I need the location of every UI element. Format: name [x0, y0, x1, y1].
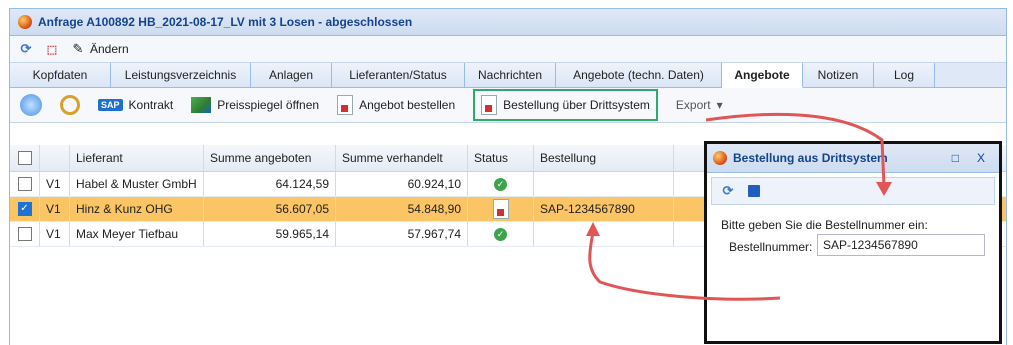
header-summe-angeboten[interactable]: Summe angeboten [204, 145, 336, 171]
checkbox-box [17, 151, 32, 165]
check-circle-icon: ✓ [494, 177, 507, 191]
cell-lieferant: Hinz & Kunz OHG [70, 197, 204, 221]
kontrakt-button[interactable]: SAP Kontrakt [98, 98, 173, 112]
tab-anlagen[interactable]: Anlagen [251, 63, 332, 87]
bestellnummer-label: Bestellnummer: [729, 240, 813, 254]
reload-button[interactable] [20, 94, 42, 116]
tab-angebote[interactable]: Angebote [722, 63, 803, 88]
order-document-icon [337, 95, 354, 115]
kontrakt-label: Kontrakt [128, 98, 174, 112]
refresh-icon[interactable]: ⟳ [720, 183, 736, 199]
header-los [40, 145, 70, 171]
header-status[interactable]: Status [468, 145, 534, 171]
cell-status: ✓ [468, 172, 534, 196]
cell-verhandelt: 60.924,10 [336, 172, 468, 196]
dialog-titlebar: Bestellung aus Drittsystem □ X [707, 144, 999, 173]
cell-bestellung [534, 222, 674, 246]
tab-log[interactable]: Log [874, 63, 935, 87]
checkbox-box [17, 227, 32, 241]
maximize-icon[interactable]: □ [952, 151, 959, 165]
tab-nachrichten[interactable]: Nachrichten [465, 63, 556, 87]
bestellnummer-input[interactable]: SAP-1234567890 [817, 234, 985, 256]
checkbox-checked-icon: ✓ [17, 202, 32, 216]
export-label: Export [675, 98, 711, 112]
cell-verhandelt: 54.848,90 [336, 197, 468, 221]
ordered-document-icon [492, 199, 509, 219]
angebot-bestellen-label: Angebot bestellen [359, 98, 456, 112]
close-icon[interactable]: X [977, 151, 985, 165]
app-logo-icon [18, 15, 32, 29]
angebot-bestellen-button[interactable]: Angebot bestellen [337, 95, 455, 115]
app-logo-icon [713, 151, 727, 165]
cell-bestellung [534, 172, 674, 196]
cell-status [468, 197, 534, 221]
search-button[interactable] [60, 95, 80, 115]
cell-angeboten: 64.124,59 [204, 172, 336, 196]
cell-los: V1 [40, 222, 70, 246]
edit-icon: ✎ [72, 41, 84, 56]
cell-los: V1 [40, 172, 70, 196]
check-circle-icon: ✓ [494, 227, 507, 241]
window-title: Anfrage A100892 HB_2021-08-17_LV mit 3 L… [38, 15, 413, 29]
cell-bestellung: SAP-1234567890 [534, 197, 674, 221]
cell-angeboten: 56.607,05 [204, 197, 336, 221]
chart-icon [191, 97, 212, 113]
export-menu-button[interactable]: Export ▾ [676, 98, 723, 112]
edit-button[interactable]: ✎ Ändern [70, 41, 129, 57]
refresh-icon[interactable]: ⟳ [18, 41, 34, 57]
pdf-icon[interactable]: ⬚ [44, 41, 60, 57]
action-toolbar: SAP Kontrakt Preisspiegel öffnen Angebot… [10, 88, 1006, 123]
tab-kopfdaten[interactable]: Kopfdaten [10, 63, 111, 87]
cell-los: V1 [40, 197, 70, 221]
sap-icon: SAP [98, 99, 123, 111]
checkbox-box [17, 177, 32, 191]
tab-angebote-techn[interactable]: Angebote (techn. Daten) [556, 63, 722, 87]
tab-bar: Kopfdaten Leistungsverzeichnis Anlagen L… [10, 63, 1006, 88]
dialog-controls: □ X [952, 151, 985, 165]
dialog-toolbar: ⟳ [711, 177, 995, 205]
cell-angeboten: 59.965,14 [204, 222, 336, 246]
bestellung-drittsystem-label: Bestellung über Drittsystem [503, 98, 650, 112]
tab-leistungsverzeichnis[interactable]: Leistungsverzeichnis [111, 63, 251, 87]
header-lieferant[interactable]: Lieferant [70, 145, 204, 171]
bestellung-drittsystem-button[interactable]: Bestellung über Drittsystem [473, 89, 658, 121]
cell-status: ✓ [468, 222, 534, 246]
row-checkbox[interactable] [10, 222, 40, 246]
dialog-prompt: Bitte geben Sie die Bestellnummer ein: [721, 218, 928, 232]
search-icon [60, 95, 80, 115]
reload-icon [20, 94, 42, 116]
row-checkbox[interactable] [10, 172, 40, 196]
bestellung-dialog: Bestellung aus Drittsystem □ X ⟳ Bitte g… [704, 141, 1002, 344]
edit-label: Ändern [90, 42, 129, 56]
cell-verhandelt: 57.967,74 [336, 222, 468, 246]
header-summe-verhandelt[interactable]: Summe verhandelt [336, 145, 468, 171]
tab-lieferanten-status[interactable]: Lieferanten/Status [332, 63, 465, 87]
save-icon[interactable] [748, 185, 760, 197]
tab-notizen[interactable]: Notizen [803, 63, 874, 87]
select-all-checkbox[interactable] [10, 145, 40, 171]
order-document-icon [481, 95, 498, 115]
preisspiegel-label: Preisspiegel öffnen [217, 98, 320, 112]
header-bestellung[interactable]: Bestellung [534, 145, 674, 171]
window-titlebar: Anfrage A100892 HB_2021-08-17_LV mit 3 L… [10, 9, 1006, 36]
row-checkbox[interactable]: ✓ [10, 197, 40, 221]
cell-lieferant: Habel & Muster GmbH [70, 172, 204, 196]
chevron-down-icon: ▾ [716, 98, 723, 112]
preisspiegel-button[interactable]: Preisspiegel öffnen [191, 97, 319, 113]
top-toolbar: ⟳ ⬚ ✎ Ändern [10, 36, 1006, 63]
dialog-title: Bestellung aus Drittsystem [733, 151, 888, 165]
cell-lieferant: Max Meyer Tiefbau [70, 222, 204, 246]
